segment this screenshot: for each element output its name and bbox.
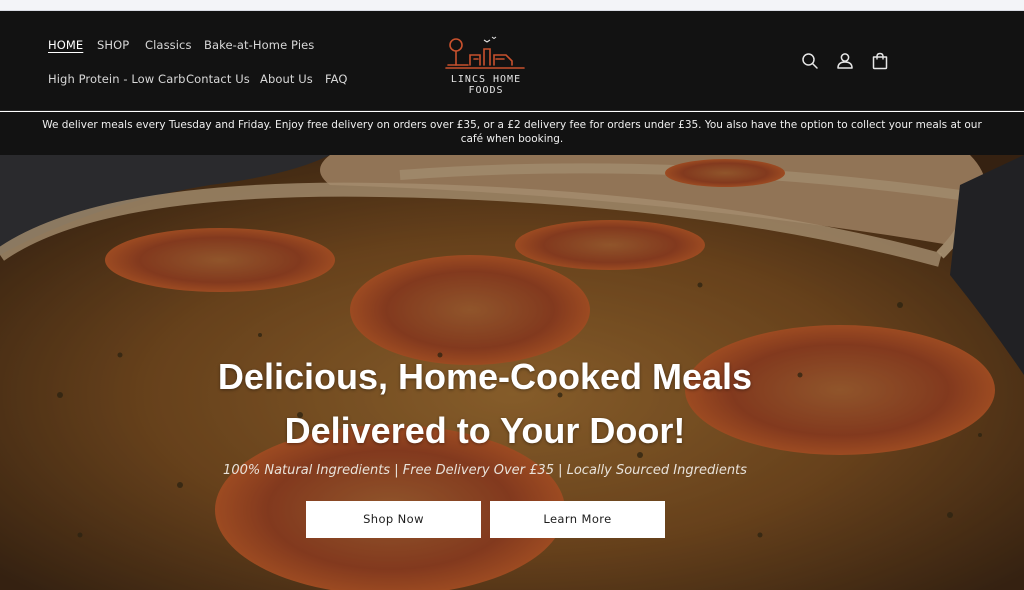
nav-bake-at-home-pies[interactable]: Bake-at-Home Pies [204, 38, 314, 52]
site-logo[interactable]: LINCS HOME FOODS [430, 35, 542, 96]
browser-top-strip [0, 0, 1024, 11]
site-header: HOME SHOP Classics Bake-at-Home Pies Hig… [0, 11, 1024, 111]
hero-title: Delicious, Home-Cooked Meals Delivered t… [100, 350, 870, 458]
account-icon[interactable] [835, 51, 855, 71]
learn-more-button[interactable]: Learn More [490, 501, 665, 538]
nav-home[interactable]: HOME [48, 38, 83, 52]
logo-mark-icon [445, 36, 525, 69]
main-nav: HOME SHOP Classics Bake-at-Home Pies Hig… [48, 11, 408, 111]
hero-title-line-2: Delivered to Your Door! [284, 410, 686, 451]
cart-icon[interactable] [870, 51, 890, 71]
hero-title-line-1: Delicious, Home-Cooked Meals [217, 356, 753, 397]
announcement-bar: We deliver meals every Tuesday and Frida… [0, 112, 1024, 155]
nav-shop[interactable]: SHOP [97, 38, 129, 52]
search-icon[interactable] [800, 51, 820, 71]
hero-banner: Delicious, Home-Cooked Meals Delivered t… [0, 155, 1024, 590]
shop-now-button[interactable]: Shop Now [306, 501, 481, 538]
nav-classics[interactable]: Classics [145, 38, 192, 52]
nav-high-protein-low-carb[interactable]: High Protein - Low Carb [48, 72, 186, 86]
logo-text: LINCS HOME FOODS [450, 74, 522, 96]
nav-faq[interactable]: FAQ [325, 72, 348, 86]
nav-contact-us[interactable]: Contact Us [186, 72, 250, 86]
nav-about-us[interactable]: About Us [260, 72, 313, 86]
announcement-text: We deliver meals every Tuesday and Frida… [42, 119, 982, 145]
hero-subtitle: 100% Natural Ingredients | Free Delivery… [223, 463, 747, 478]
